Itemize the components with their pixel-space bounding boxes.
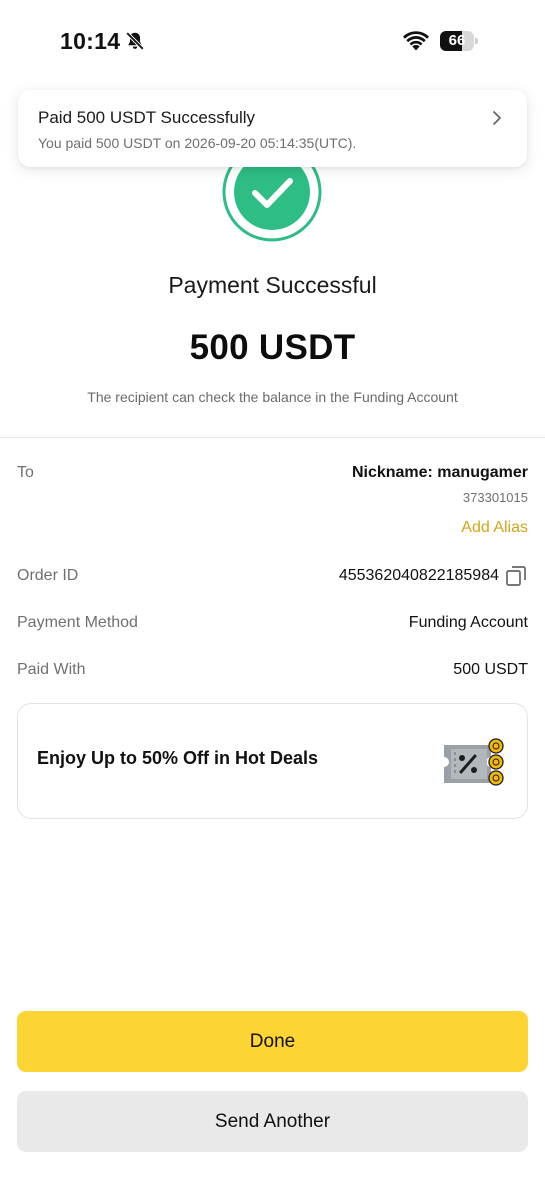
paid-with-label: Paid With <box>17 661 86 678</box>
paid-with-value: 500 USDT <box>453 661 528 678</box>
payment-method-value: Funding Account <box>408 614 528 631</box>
order-id-value: 455362040822185984 <box>338 567 499 584</box>
battery-body: 66 <box>440 31 474 51</box>
chevron-right-icon <box>493 111 501 125</box>
order-id-label: Order ID <box>17 567 79 584</box>
battery-percent: 66 <box>448 32 466 49</box>
hot-deals-promo-card[interactable]: Enjoy Up to 50% Off in Hot Deals <box>17 703 528 819</box>
recipient-nickname: Nickname: manugamer <box>351 464 528 481</box>
notification-subtitle: You paid 500 USDT on 2026-09-20 05:14:35… <box>38 135 357 151</box>
payment-notification-banner[interactable]: Paid 500 USDT Successfully You paid 500 … <box>18 90 527 167</box>
add-alias-link[interactable]: Add Alias <box>461 519 528 537</box>
to-label: To <box>17 464 34 481</box>
section-divider <box>0 437 545 438</box>
recipient-uid: 373301015 <box>462 490 528 505</box>
send-another-button[interactable]: Send Another <box>17 1091 528 1152</box>
payment-method-label: Payment Method <box>17 614 138 631</box>
payment-status-title: Payment Successful <box>168 272 377 298</box>
payment-amount: 500 USDT <box>189 328 356 367</box>
battery-indicator: 66 <box>440 31 478 51</box>
discount-coupon-icon <box>444 738 504 786</box>
battery-tip <box>475 38 478 44</box>
copy-icon[interactable] <box>505 565 527 587</box>
bell-muted-icon <box>125 31 145 51</box>
notification-title: Paid 500 USDT Successfully <box>38 108 256 127</box>
done-button[interactable]: Done <box>17 1011 528 1072</box>
wifi-icon <box>403 31 429 51</box>
clock: 10:14 <box>60 28 121 54</box>
status-bar: 10:14 66 <box>0 0 545 80</box>
recipient-note: The recipient can check the balance in t… <box>87 389 458 405</box>
promo-text: Enjoy Up to 50% Off in Hot Deals <box>37 748 319 768</box>
